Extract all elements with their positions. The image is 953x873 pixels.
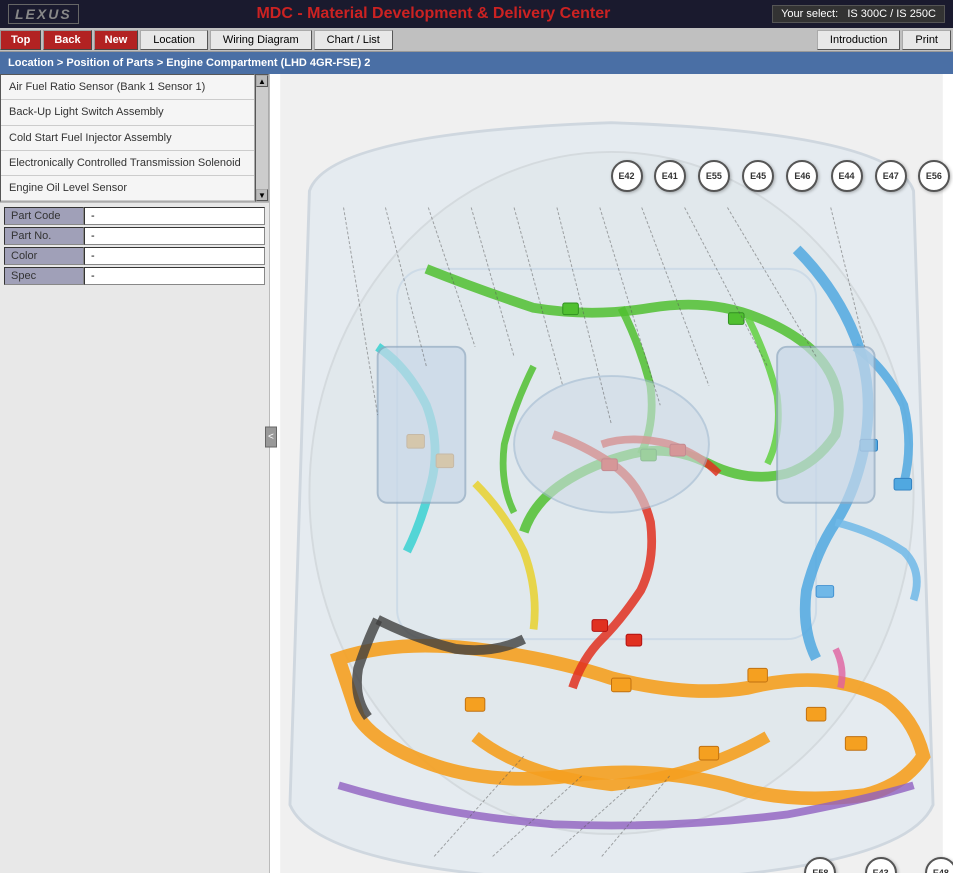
connector-e42[interactable]: E42	[611, 160, 643, 192]
engine-diagram-content: E42E41E55E45E46E44E47E56E53E57E50E58E43E…	[270, 74, 953, 873]
scroll-bar[interactable]: ▲ ▼	[255, 74, 269, 202]
top-button[interactable]: Top	[0, 30, 41, 50]
spec-label: Spec	[4, 267, 84, 285]
part-no-value: -	[84, 227, 265, 245]
scroll-down-btn[interactable]: ▼	[256, 189, 268, 201]
parts-list: Air Fuel Ratio Sensor (Bank 1 Sensor 1)B…	[0, 74, 255, 202]
connector-e44[interactable]: E44	[831, 160, 863, 192]
part-code-label: Part Code	[4, 207, 84, 225]
part-no-row: Part No. -	[4, 227, 265, 245]
lexus-logo: LEXUS	[8, 4, 79, 24]
connector-e41[interactable]: E41	[654, 160, 686, 192]
chart-tab[interactable]: Chart / List	[314, 30, 393, 50]
engine-diagram: E42E41E55E45E46E44E47E56E53E57E50E58E43E…	[270, 74, 953, 873]
diagram-svg	[270, 74, 953, 873]
part-item[interactable]: Air Fuel Ratio Sensor (Bank 1 Sensor 1)	[1, 75, 254, 100]
location-tab[interactable]: Location	[140, 30, 208, 50]
spec-value: -	[84, 267, 265, 285]
header: LEXUS MDC - Material Development & Deliv…	[0, 0, 953, 28]
color-label: Color	[4, 247, 84, 265]
print-button[interactable]: Print	[902, 30, 951, 50]
sidebar: Air Fuel Ratio Sensor (Bank 1 Sensor 1)B…	[0, 74, 270, 873]
part-code-value: -	[84, 207, 265, 225]
back-button[interactable]: Back	[43, 30, 91, 50]
breadcrumb: Location > Position of Parts > Engine Co…	[0, 52, 953, 74]
part-item[interactable]: Engine Oil Level Sensor	[1, 176, 254, 201]
user-select-display: Your select: IS 300C / IS 250C	[772, 5, 945, 23]
part-item[interactable]: Cold Start Fuel Injector Assembly	[1, 126, 254, 151]
app-title: MDC - Material Development & Delivery Ce…	[95, 5, 772, 23]
color-value: -	[84, 247, 265, 265]
main-content: Air Fuel Ratio Sensor (Bank 1 Sensor 1)B…	[0, 74, 953, 873]
part-item[interactable]: Electronically Controlled Transmission S…	[1, 151, 254, 176]
scroll-up-btn[interactable]: ▲	[256, 75, 268, 87]
color-row: Color -	[4, 247, 265, 265]
new-button[interactable]: New	[94, 30, 139, 50]
introduction-tab[interactable]: Introduction	[817, 30, 900, 50]
collapse-sidebar-button[interactable]: <	[265, 426, 277, 447]
connector-e47[interactable]: E47	[875, 160, 907, 192]
part-details: Part Code - Part No. - Color - Spec -	[0, 202, 269, 291]
connector-e55[interactable]: E55	[698, 160, 730, 192]
user-select-value: IS 300C / IS 250C	[847, 8, 936, 20]
part-code-row: Part Code -	[4, 207, 265, 225]
part-item[interactable]: Back-Up Light Switch Assembly	[1, 100, 254, 125]
user-select-label: Your select:	[781, 8, 838, 20]
navbar: Top Back New Location Wiring Diagram Cha…	[0, 28, 953, 52]
parts-list-container: Air Fuel Ratio Sensor (Bank 1 Sensor 1)B…	[0, 74, 255, 202]
sidebar-inner: Air Fuel Ratio Sensor (Bank 1 Sensor 1)B…	[0, 74, 269, 202]
spec-row: Spec -	[4, 267, 265, 285]
part-no-label: Part No.	[4, 227, 84, 245]
breadcrumb-text: Location > Position of Parts > Engine Co…	[8, 57, 370, 69]
wiring-tab[interactable]: Wiring Diagram	[210, 30, 312, 50]
connector-e56[interactable]: E56	[918, 160, 950, 192]
